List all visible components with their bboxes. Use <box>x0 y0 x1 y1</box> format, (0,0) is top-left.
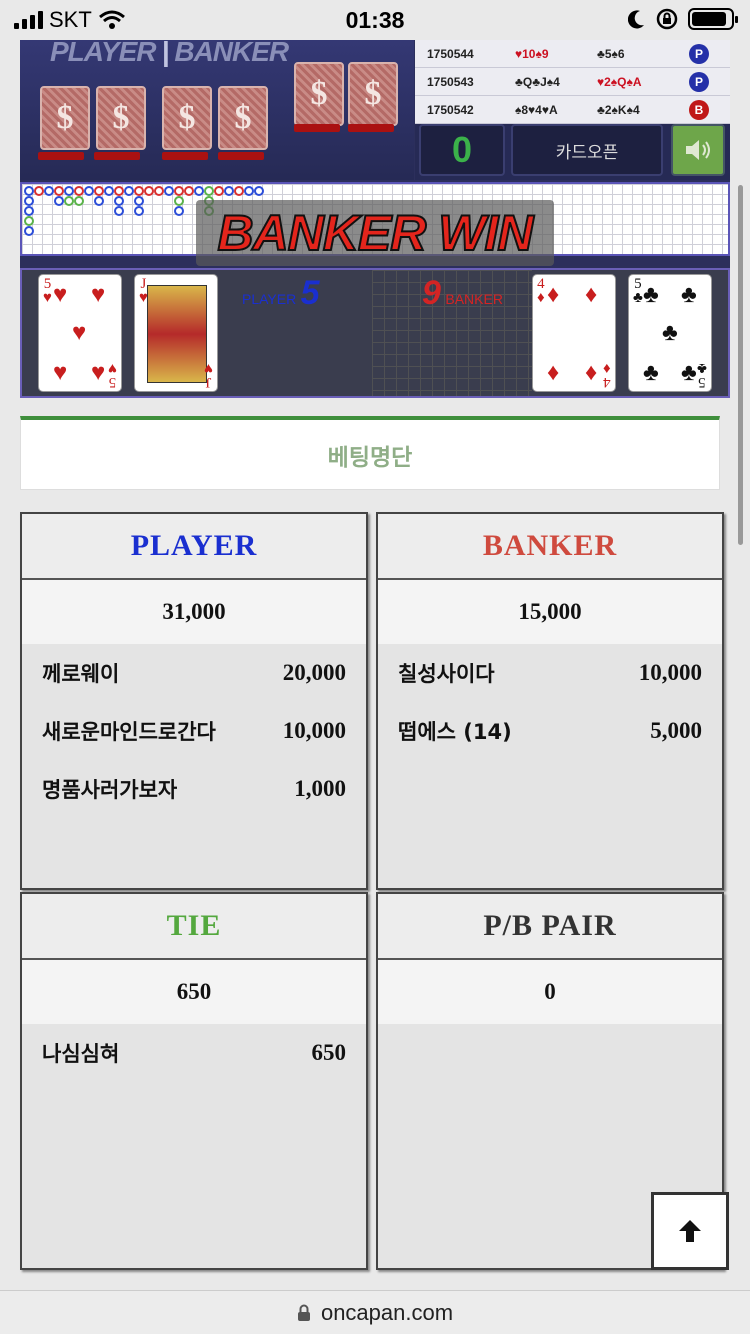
game-panel: PLAYER | BANKER $ $ $ $ $ $ 1750544 ♥10♠9 … <box>20 40 730 398</box>
tie-bet-box: TIE 650 나심심혀 650 <box>20 892 368 1270</box>
card-back-icon: $ <box>218 86 268 150</box>
list-item: 명품사러가보자 1,000 <box>22 760 366 818</box>
result-badge: P <box>689 43 709 64</box>
bet-amount: 10,000 <box>282 718 346 743</box>
banker-cards: ♥2♠Q♠A <box>597 74 642 89</box>
moon-icon <box>628 10 644 29</box>
betting-list-title: 베팅명단 <box>327 444 413 471</box>
card-open-button[interactable]: 카드오픈 <box>511 124 663 176</box>
pair-bet-title: P/B PAIR <box>378 894 722 960</box>
arrow-up-icon <box>679 1220 701 1242</box>
pair-bet-total: 0 <box>378 960 722 1024</box>
player-score-label: PLAYER <box>242 291 297 307</box>
banker-bet-title: BANKER <box>378 514 722 580</box>
player-cards: ♣Q♣J♠4 <box>515 74 560 89</box>
result-badge: P <box>689 71 709 92</box>
history-row: 1750543 ♣Q♣J♠4 ♥2♠Q♠A P <box>415 68 730 96</box>
rotation-lock-icon <box>656 8 678 30</box>
round-id: 1750543 <box>427 74 474 89</box>
tie-bet-title: TIE <box>22 894 366 960</box>
scroll-top-button[interactable] <box>651 1192 729 1270</box>
slot-marker <box>348 124 394 132</box>
player-banker-header: PLAYER | BANKER <box>50 40 289 67</box>
history-row: 1750544 ♥10♠9 ♣5♠6 P <box>415 40 730 68</box>
lock-icon <box>297 1304 310 1321</box>
bettor-name: 칠성사이다 <box>398 662 495 686</box>
result-badge: B <box>689 99 709 120</box>
player-bet-box: PLAYER 31,000 께로웨이 20,000 새로운마인드로간다 10,000… <box>20 512 368 890</box>
page-scrollbar[interactable] <box>738 185 743 545</box>
tie-bet-total: 650 <box>22 960 366 1024</box>
list-item: 칠성사이다 10,000 <box>378 644 722 702</box>
banker-bet-box: BANKER 15,000 칠성사이다 10,000 떱에스 (14) 5,000 <box>376 512 724 890</box>
card-deck-area: PLAYER | BANKER $ $ $ $ $ $ <box>20 40 414 180</box>
bet-amount: 1,000 <box>294 776 346 801</box>
sound-button[interactable] <box>671 124 725 176</box>
bettor-name: 새로운마인드로간다 <box>42 720 216 744</box>
betting-list-header: 베팅명단 <box>20 416 720 490</box>
history-row: 1750542 ♠8♥4♥A ♣2♠K♠4 B <box>415 96 730 124</box>
battery-icon <box>688 8 738 30</box>
status-icons <box>628 8 738 30</box>
bettor-name: 나심심혀 <box>42 1042 120 1066</box>
player-cards: ♠8♥4♥A <box>515 102 558 117</box>
bet-amount: 650 <box>311 1040 347 1065</box>
player-bet-title: PLAYER <box>22 514 366 580</box>
browser-url-bar[interactable]: oncapan.com <box>0 1290 750 1334</box>
bet-amount: 20,000 <box>282 660 346 685</box>
banker-score: 9 BANKER <box>422 274 503 313</box>
banker-card-5-clubs: 5 ♣ ♣ ♣ ♣ ♣ ♣ 5 ♣ <box>628 274 712 392</box>
banker-card-4-diamonds: 4 ♦ ♦ ♦ ♦ ♦ 4 ♦ <box>532 274 616 392</box>
round-history: 1750544 ♥10♠9 ♣5♠6 P 1750543 ♣Q♣J♠4 ♥2♠Q… <box>415 40 730 124</box>
card-back-icon: $ <box>348 62 398 126</box>
player-cards: ♥10♠9 <box>515 46 549 61</box>
url-text: oncapan.com <box>320 1299 454 1325</box>
bet-amount: 5,000 <box>650 718 702 743</box>
list-item: 떱에스 (14) 5,000 <box>378 702 722 760</box>
card-back-icon: $ <box>294 62 344 126</box>
slot-marker <box>218 152 264 160</box>
list-item: 나심심혀 650 <box>22 1024 366 1082</box>
result-banner-text: BANKER WIN <box>217 204 535 262</box>
player-bet-total: 31,000 <box>22 580 366 644</box>
status-bar: SKT 01:38 <box>0 0 750 40</box>
result-banner: BANKER WIN <box>196 200 554 266</box>
bettor-name: 께로웨이 <box>42 662 120 686</box>
bettor-name: 명품사러가보자 <box>42 778 178 802</box>
player-card-5-hearts: 5 ♥ ♥ ♥ ♥ ♥ ♥ 5 ♥ <box>38 274 122 392</box>
slot-marker <box>162 152 208 160</box>
slot-marker <box>38 152 84 160</box>
list-item: 새로운마인드로간다 10,000 <box>22 702 366 760</box>
round-counter: 0 <box>419 124 505 176</box>
card-back-icon: $ <box>96 86 146 150</box>
card-back-icon: $ <box>162 86 212 150</box>
bettor-name: 떱에스 (14) <box>398 720 512 744</box>
player-score: PLAYER 5 <box>242 274 320 313</box>
round-id: 1750544 <box>427 46 474 61</box>
banker-bet-total: 15,000 <box>378 580 722 644</box>
speaker-icon <box>686 140 710 160</box>
card-back-icon: $ <box>40 86 90 150</box>
banker-score-value: 9 <box>422 274 441 312</box>
player-score-value: 5 <box>300 274 320 312</box>
banker-cards: ♣2♠K♠4 <box>597 102 640 117</box>
game-controls: 0 카드오픈 <box>415 124 730 180</box>
player-card-jack-hearts: J ♥ J ♥ <box>134 274 218 392</box>
slot-marker <box>294 124 340 132</box>
bet-amount: 10,000 <box>638 660 702 685</box>
list-item: 께로웨이 20,000 <box>22 644 366 702</box>
banker-cards: ♣5♠6 <box>597 46 625 61</box>
slot-marker <box>94 152 140 160</box>
jack-face-icon <box>147 285 207 383</box>
banker-score-label: BANKER <box>445 291 503 307</box>
card-table: 5 ♥ ♥ ♥ ♥ ♥ ♥ 5 ♥ J ♥ J ♥ PLAYER 5 9 BANKER 4 ♦… <box>20 268 730 398</box>
round-id: 1750542 <box>427 102 474 117</box>
